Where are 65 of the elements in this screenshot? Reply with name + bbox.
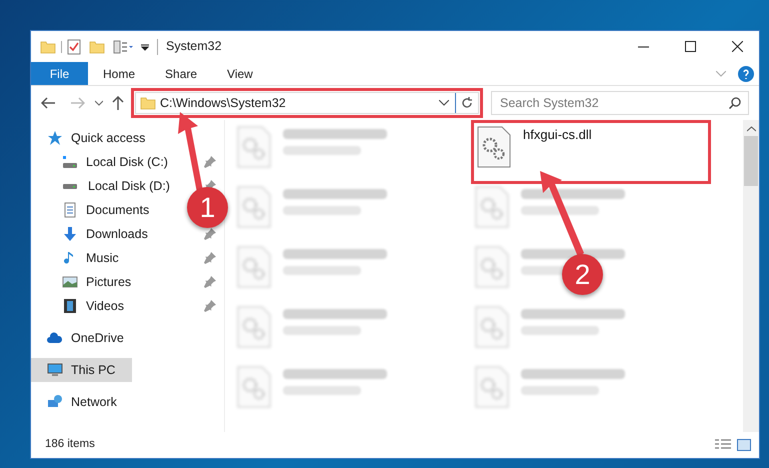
- window-title: System32: [166, 38, 222, 56]
- dll-file-icon: [475, 306, 509, 348]
- network-icon: [47, 394, 63, 410]
- drive-icon: [62, 156, 78, 168]
- star-icon: [47, 130, 63, 146]
- close-icon[interactable]: [732, 41, 743, 52]
- pin-icon: [204, 228, 216, 240]
- details-view-icon[interactable]: [715, 439, 731, 451]
- dll-file-icon: [475, 366, 509, 408]
- drive-icon: [62, 184, 78, 188]
- ribbon-tab[interactable]: View: [212, 62, 268, 85]
- folder-icon: [40, 40, 56, 54]
- back-arrow-icon[interactable]: [41, 97, 55, 109]
- sidebar-item[interactable]: Local Disk (D:): [31, 174, 179, 198]
- sidebar-item[interactable]: OneDrive: [31, 326, 179, 350]
- refresh-icon[interactable]: [461, 97, 473, 109]
- scrollbar[interactable]: [743, 120, 759, 432]
- sidebar-item[interactable]: This PC: [31, 358, 132, 382]
- sidebar-item[interactable]: Videos: [31, 294, 179, 318]
- folder-icon: [89, 40, 105, 54]
- dll-file-icon: [475, 246, 509, 288]
- monitor-icon: [47, 362, 63, 378]
- dll-file-icon: [475, 186, 509, 228]
- download-arrow-icon: [62, 226, 78, 242]
- properties-icon: [113, 40, 133, 54]
- sidebar-item[interactable]: Quick access: [31, 126, 179, 150]
- picture-icon: [62, 274, 78, 290]
- chevron-up-icon[interactable]: [746, 126, 756, 132]
- search-icon: [729, 97, 741, 109]
- scrollbar-thumb[interactable]: [744, 136, 758, 186]
- large-icons-view-icon[interactable]: [737, 439, 751, 451]
- search-field[interactable]: Search System32: [491, 91, 749, 115]
- folder-icon: [140, 96, 156, 110]
- dropdown-icon[interactable]: [141, 42, 149, 50]
- sidebar-item[interactable]: Documents: [31, 198, 179, 222]
- help-icon[interactable]: [738, 66, 754, 82]
- sidebar-item[interactable]: Local Disk (C:): [31, 150, 179, 174]
- chevron-down-icon[interactable]: [95, 100, 103, 106]
- pin-icon: [204, 300, 216, 312]
- dll-file-icon: [237, 366, 271, 408]
- up-arrow-icon[interactable]: [112, 96, 124, 110]
- chevron-down-icon[interactable]: [439, 100, 449, 106]
- sidebar-item[interactable]: Pictures: [31, 270, 179, 294]
- dll-file-icon: [237, 126, 271, 168]
- ribbon-tab[interactable]: Home: [88, 62, 150, 85]
- film-icon: [62, 298, 78, 314]
- cloud-icon: [47, 330, 63, 346]
- dll-file-icon: [477, 126, 511, 168]
- document-icon: [62, 202, 78, 218]
- ribbon-tab[interactable]: File: [31, 62, 88, 85]
- dll-file-icon: [237, 306, 271, 348]
- item-count: 186 items: [45, 437, 95, 452]
- checklist-icon: [67, 38, 81, 54]
- sidebar-item[interactable]: Downloads: [31, 222, 179, 246]
- sidebar-item[interactable]: Network: [31, 390, 179, 414]
- pin-icon: [204, 252, 216, 264]
- pin-icon: [204, 276, 216, 288]
- sidebar-item[interactable]: Music: [31, 246, 179, 270]
- address-bar[interactable]: C:\Windows\System32: [135, 92, 479, 114]
- file-name[interactable]: hfxgui-cs.dll: [523, 126, 592, 144]
- pin-icon: [204, 156, 216, 168]
- dll-file-icon: [237, 246, 271, 288]
- maximize-icon[interactable]: [685, 41, 696, 52]
- dll-file-icon: [237, 186, 271, 228]
- ribbon-tab[interactable]: Share: [150, 62, 212, 85]
